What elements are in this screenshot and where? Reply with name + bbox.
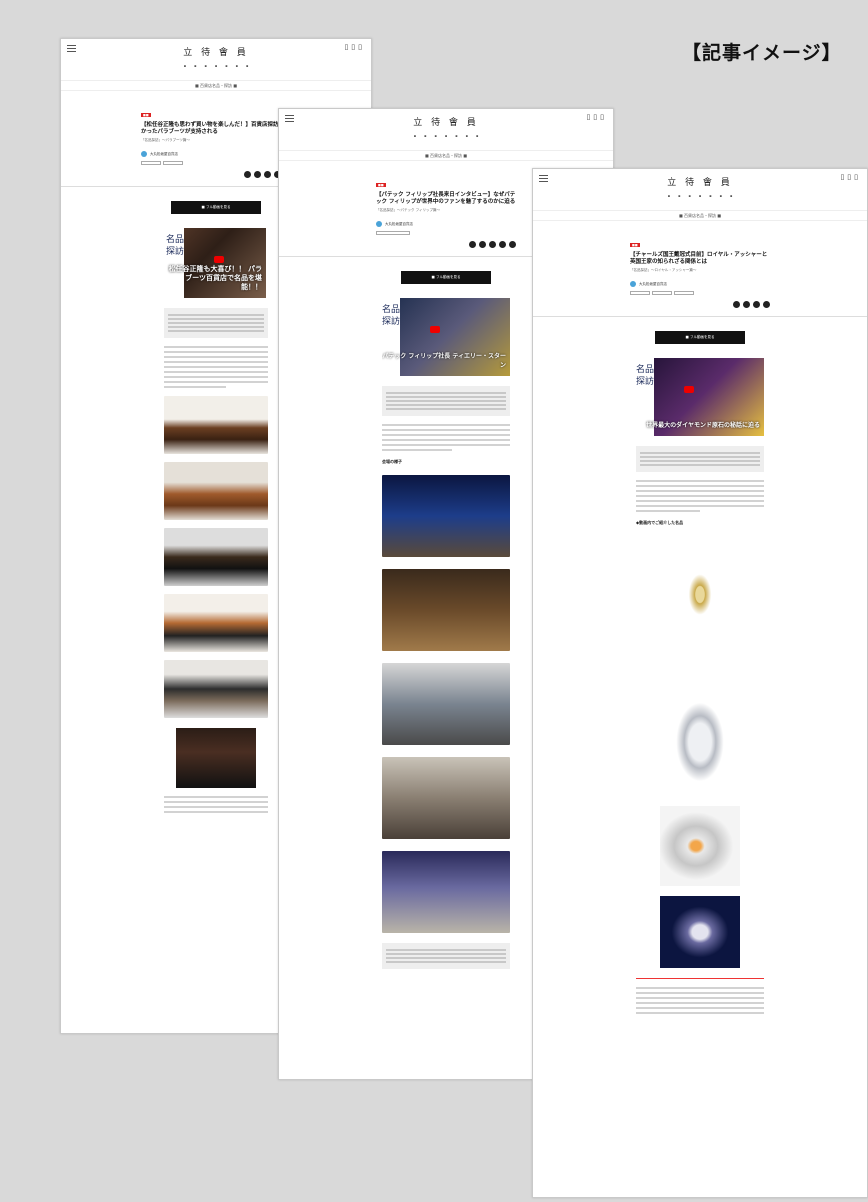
product-photo [164,396,268,454]
share-icon[interactable] [489,241,496,248]
site-header: ▯▯▯ 立 待 會 員 ▪ ▪ ▪ ▪ ▪ ▪ ▪ [61,39,371,81]
share-icons[interactable] [630,301,770,308]
share-icon[interactable] [753,301,760,308]
author-row: 大丸松坂屋百貨店 [376,221,516,227]
venue-photo [382,663,510,745]
menu-icon[interactable] [539,175,548,182]
share-icon[interactable] [509,241,516,248]
play-icon[interactable] [430,326,440,333]
header-icons[interactable]: ▯▯▯ [344,43,365,51]
share-icon[interactable] [244,171,251,178]
product-photo [164,660,268,718]
site-header: ▯▯▯ 立 待 會 員 ▪ ▪ ▪ ▪ ▪ ▪ ▪ [279,109,613,151]
article-tag: ■■ [376,183,386,187]
share-icons[interactable] [141,171,291,178]
video-thumbnail[interactable]: 名品探訪 パテック フィリップ社長 ティエリー・スターン [382,298,510,376]
author-name[interactable]: 大丸松坂屋百貨店 [639,282,667,287]
article-subtitle: 「名品探訪」〜パラブーツ篇〜 [141,138,190,142]
product-photo [164,528,268,586]
author-row: 大丸松坂屋百貨店 [630,281,770,287]
avatar [141,151,147,157]
profile-photo [176,728,256,788]
article-page-royal-asscher: ▯▯▯ 立 待 會 員 ▪ ▪ ▪ ▪ ▪ ▪ ▪ ■ 百貨店名品・探訪 ■ ■■ 【チャー… [532,168,868,1198]
footer-text [636,987,764,1014]
breadcrumb[interactable]: ■ 百貨店名品・探訪 ■ [279,151,613,161]
article-subtitle: 「名品探訪」〜パテック フィリップ篇〜 [376,208,441,212]
avatar [630,281,636,287]
full-video-button[interactable]: ■ フル動画を見る [401,271,491,284]
profile-text [164,796,268,813]
video-thumbnail[interactable]: 名品探訪 松任谷正隆も大喜び！！ パラブーツ百貨店で名品を堪能！！ [166,228,266,298]
author-row: 大丸松坂屋百貨店 [141,151,291,157]
share-icon[interactable] [733,301,740,308]
divider [636,978,764,979]
author-name[interactable]: 大丸松坂屋百貨店 [385,222,413,227]
share-icon[interactable] [469,241,476,248]
hero-caption: 松任谷正隆も大喜び！！ パラブーツ百貨店で名品を堪能！！ [168,265,262,291]
global-nav[interactable]: ▪ ▪ ▪ ▪ ▪ ▪ ▪ [279,134,613,138]
body-text [382,424,510,451]
site-logo[interactable]: 立 待 會 員 [61,39,371,58]
venue-photo [382,851,510,933]
tag-chips[interactable] [141,161,291,165]
site-logo[interactable]: 立 待 會 員 [533,169,867,188]
venue-photo [382,757,510,839]
section-heading: 会場の様子 [382,459,402,464]
article-tag: ■■ [630,243,640,247]
tag-chips[interactable] [376,231,516,235]
hero-caption: 世界最大のダイヤモンド原石の秘話に迫る [646,422,760,429]
global-nav[interactable]: ▪ ▪ ▪ ▪ ▪ ▪ ▪ [61,64,371,68]
header-icons[interactable]: ▯▯▯ [586,113,607,121]
share-icons[interactable] [376,241,516,248]
header-icons[interactable]: ▯▯▯ [840,173,861,181]
jewel-photo [660,536,740,666]
article-subtitle: 「名品探訪」〜ロイヤル・アッシャー篇〜 [630,268,697,272]
menu-icon[interactable] [285,115,294,122]
share-icon[interactable] [264,171,271,178]
breadcrumb[interactable]: ■ 百貨店名品・探訪 ■ [533,211,867,221]
global-nav[interactable]: ▪ ▪ ▪ ▪ ▪ ▪ ▪ [533,194,867,198]
hero-caption: パテック フィリップ社長 ティエリー・スターン [382,353,506,369]
venue-photo [382,475,510,557]
product-photo [164,594,268,652]
full-video-button[interactable]: ■ フル動画を見る [171,201,261,214]
jewel-photo [660,806,740,886]
summary-box [382,386,510,416]
article-title: 【チャールズ国王戴冠式目前】ロイヤル・アッシャーと英国王家の知られざる関係とは [630,252,768,265]
article-title: 【パテック フィリップ社長来日インタビュー】なぜパテック フィリップが世界中のフ… [376,192,516,205]
info-box [382,943,510,969]
share-icon[interactable] [743,301,750,308]
product-photo [164,462,268,520]
jewel-photo [660,676,740,796]
full-video-button[interactable]: ■ フル動画を見る [655,331,745,344]
summary-box [164,308,268,338]
video-thumbnail[interactable]: 名品探訪 世界最大のダイヤモンド原石の秘話に迫る [636,358,764,436]
site-header: ▯▯▯ 立 待 會 員 ▪ ▪ ▪ ▪ ▪ ▪ ▪ [533,169,867,211]
play-icon[interactable] [214,256,224,263]
body-text [636,480,764,512]
play-icon[interactable] [684,386,694,393]
venue-photo [382,569,510,651]
summary-box [636,446,764,472]
avatar [376,221,382,227]
share-icon[interactable] [763,301,770,308]
breadcrumb[interactable]: ■ 百貨店名品・探訪 ■ [61,81,371,91]
share-icon[interactable] [499,241,506,248]
jewel-photo [660,896,740,968]
article-title: 【松任谷正隆も思わず買い物を楽しんだ！】百貨店探訪でわかったパラブーツが支持され… [141,122,290,135]
share-icon[interactable] [479,241,486,248]
share-icon[interactable] [254,171,261,178]
corner-label: 【記事イメージ】 [682,42,842,64]
body-text [164,346,268,388]
author-name[interactable]: 大丸松坂屋百貨店 [150,152,178,157]
section-heading: ◆動画内でご紹介した名品 [636,520,684,525]
site-logo[interactable]: 立 待 會 員 [279,109,613,128]
tag-chips[interactable] [630,291,770,295]
menu-icon[interactable] [67,45,76,52]
article-tag: ■■ [141,113,151,117]
